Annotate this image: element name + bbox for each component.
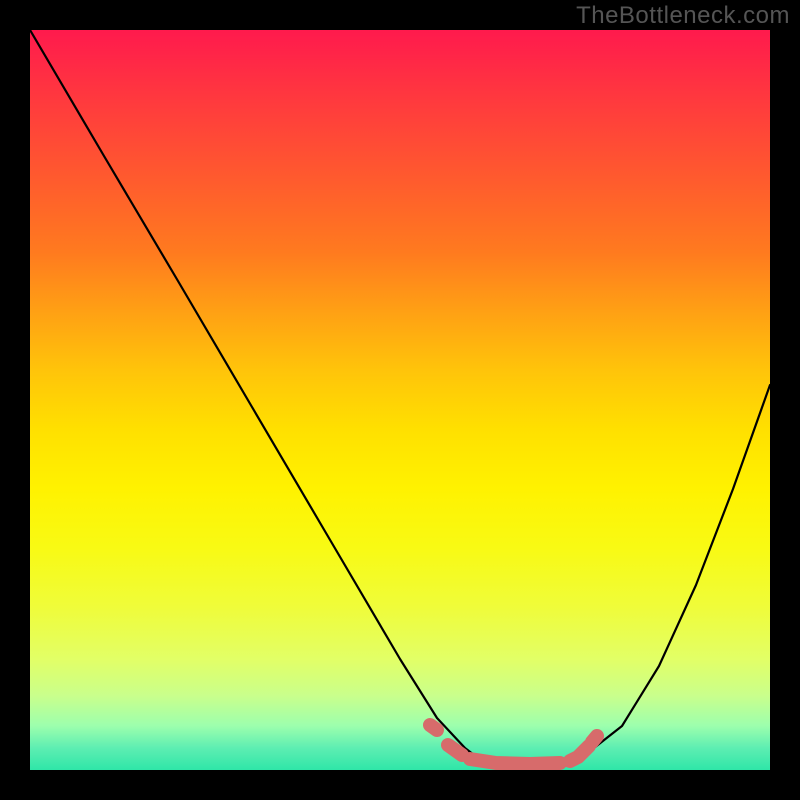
optimal-band-path xyxy=(430,725,597,764)
curve-path xyxy=(30,30,770,763)
chart-frame: TheBottleneck.com xyxy=(0,0,800,800)
chart-svg xyxy=(30,30,770,770)
watermark-text: TheBottleneck.com xyxy=(576,2,790,30)
